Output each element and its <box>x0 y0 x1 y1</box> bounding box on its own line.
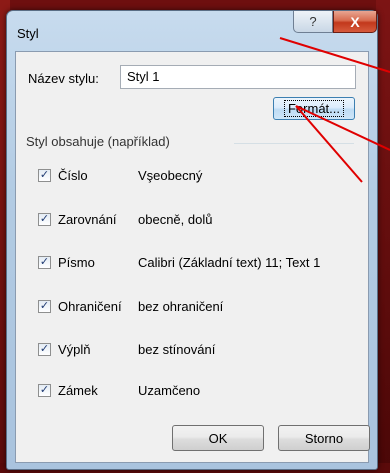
item-label: Výplň <box>58 342 91 357</box>
item-label: Číslo <box>58 168 88 183</box>
style-name-label: Název stylu: <box>28 71 99 86</box>
checkbox-cislo[interactable]: ✓ <box>38 169 51 182</box>
checkbox-vypln[interactable]: ✓ <box>38 343 51 356</box>
title-bar[interactable]: Styl ? X <box>7 11 377 51</box>
item-value: bez stínování <box>138 342 216 357</box>
checkbox-pismo[interactable]: ✓ <box>38 256 51 269</box>
background-right <box>376 0 390 473</box>
dialog-title: Styl <box>17 26 39 41</box>
item-value: obecně, dolů <box>138 212 213 227</box>
format-button[interactable]: Formát... <box>273 97 355 120</box>
ok-button[interactable]: OK <box>172 425 264 451</box>
item-value: bez ohraničení <box>138 299 224 314</box>
item-label: Ohraničení <box>58 299 122 314</box>
style-name-input[interactable]: Styl 1 <box>120 65 356 89</box>
group-legend: Styl obsahuje (například) <box>26 134 174 149</box>
group-divider <box>234 143 354 144</box>
checkbox-zamek[interactable]: ✓ <box>38 384 51 397</box>
item-value: Vşeobecný <box>138 168 203 183</box>
item-label: Zarovnání <box>58 212 117 227</box>
checkbox-ohraniceni[interactable]: ✓ <box>38 300 51 313</box>
item-label: Písmo <box>58 255 95 270</box>
close-button[interactable]: X <box>333 11 377 33</box>
help-button[interactable]: ? <box>293 11 333 33</box>
item-label: Zámek <box>58 383 98 398</box>
help-icon: ? <box>309 14 317 29</box>
style-dialog: Styl ? X Název stylu: Styl 1 Formát... S… <box>6 10 378 470</box>
format-button-label: Formát... <box>283 100 344 117</box>
checkbox-zarovnani[interactable]: ✓ <box>38 213 51 226</box>
item-value: Calibri (Základní text) 11; Text 1 <box>138 255 321 270</box>
close-icon: X <box>350 13 360 30</box>
item-value: Uzamčeno <box>138 383 201 398</box>
dialog-body: Název stylu: Styl 1 Formát... Styl obsah… <box>15 51 370 463</box>
cancel-button[interactable]: Storno <box>278 425 370 451</box>
